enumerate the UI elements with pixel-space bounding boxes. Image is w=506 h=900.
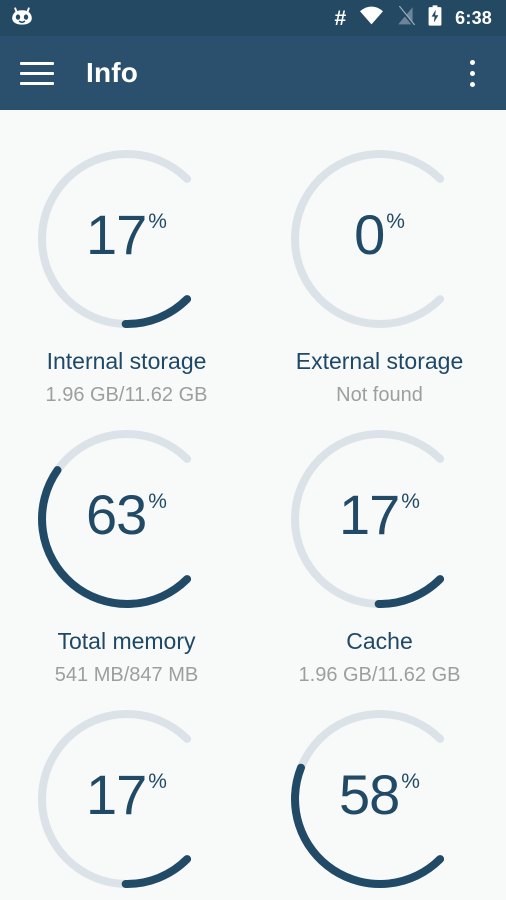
gauge-percent-symbol: % xyxy=(401,770,420,793)
status-bar-left xyxy=(10,5,34,32)
gauge-ring-system: 58% xyxy=(272,696,488,900)
gauge-sublabel-internal-storage: 1.96 GB/11.62 GB xyxy=(45,384,208,407)
gauge-percent-symbol: % xyxy=(148,490,167,513)
gauge-percent-symbol: % xyxy=(386,210,405,233)
gauge-percent-symbol: % xyxy=(401,490,420,513)
gauge-sublabel-total-memory: 541 MB/847 MB xyxy=(54,664,199,687)
signal-off-icon xyxy=(397,5,416,31)
gauge-progress xyxy=(121,295,191,328)
hamburger-menu-icon[interactable] xyxy=(18,54,56,92)
gauge-label-internal-storage: Internal storage xyxy=(46,348,207,374)
gauge-tile-data[interactable]: 17%Data xyxy=(0,688,253,900)
status-bar-right: # 6:38 xyxy=(334,5,492,31)
gauge-progress xyxy=(121,855,191,888)
wifi-icon xyxy=(359,6,384,30)
gauge-label-cache: Cache xyxy=(346,628,413,654)
gauge-value-total-memory: 63% xyxy=(86,487,167,543)
gauge-percent-symbol: % xyxy=(148,770,167,793)
gauge-value-data: 17% xyxy=(86,767,167,823)
gauge-sublabel-external-storage: Not found xyxy=(336,384,423,407)
gauge-percent-number: 17 xyxy=(86,763,147,826)
hash-icon: # xyxy=(334,6,347,30)
page-title: Info xyxy=(86,57,139,88)
hamburger-line xyxy=(20,71,54,75)
gauge-tile-total-memory[interactable]: 63% Total memory 541 MB/847 MB xyxy=(0,408,253,688)
gauge-grid: 17% Internal storage 1.96 GB/11.62 GB 0% Ext… xyxy=(0,128,506,900)
overflow-dot xyxy=(469,59,475,65)
overflow-dot xyxy=(469,81,475,87)
gauge-percent-number: 58 xyxy=(339,763,400,826)
gauge-tile-cache[interactable]: 17% Cache 1.96 GB/11.62 GB xyxy=(253,408,506,688)
gauge-tile-system[interactable]: 58%System xyxy=(253,688,506,900)
overflow-dot xyxy=(469,70,475,76)
battery-charging-icon xyxy=(428,5,442,31)
gauge-ring-internal-storage: 17% xyxy=(19,136,235,342)
overflow-menu-icon[interactable] xyxy=(456,53,488,93)
app-bar: Info xyxy=(0,36,506,110)
gauge-tile-external-storage[interactable]: 0% External storage Not found xyxy=(253,128,506,408)
gauge-sublabel-cache: 1.96 GB/11.62 GB xyxy=(298,664,461,687)
gauge-percent-number: 17 xyxy=(339,483,400,546)
gauge-ring-total-memory: 63% xyxy=(19,416,235,622)
gauge-value-system: 58% xyxy=(339,767,420,823)
status-bar-clock: 6:38 xyxy=(455,8,492,28)
info-scroll-area[interactable]: 17% Internal storage 1.96 GB/11.62 GB 0% Ext… xyxy=(0,110,506,900)
hamburger-line xyxy=(20,81,54,85)
gauge-percent-number: 0 xyxy=(354,203,385,266)
gauge-ring-external-storage: 0% xyxy=(272,136,488,342)
gauge-percent-symbol: % xyxy=(148,210,167,233)
gauge-label-external-storage: External storage xyxy=(295,348,464,374)
gauge-progress xyxy=(374,575,444,608)
gauge-ring-data: 17% xyxy=(19,696,235,900)
status-bar: # 6:38 xyxy=(0,0,506,36)
gauge-value-internal-storage: 17% xyxy=(86,207,167,263)
gauge-tile-internal-storage[interactable]: 17% Internal storage 1.96 GB/11.62 GB xyxy=(0,128,253,408)
gauge-percent-number: 17 xyxy=(86,203,147,266)
gauge-value-external-storage: 0% xyxy=(354,207,405,263)
gauge-label-total-memory: Total memory xyxy=(57,628,196,654)
gauge-percent-number: 63 xyxy=(86,483,147,546)
gauge-ring-cache: 17% xyxy=(272,416,488,622)
hamburger-line xyxy=(20,61,54,65)
gauge-value-cache: 17% xyxy=(339,487,420,543)
cyanogenmod-cid-icon xyxy=(10,5,34,32)
